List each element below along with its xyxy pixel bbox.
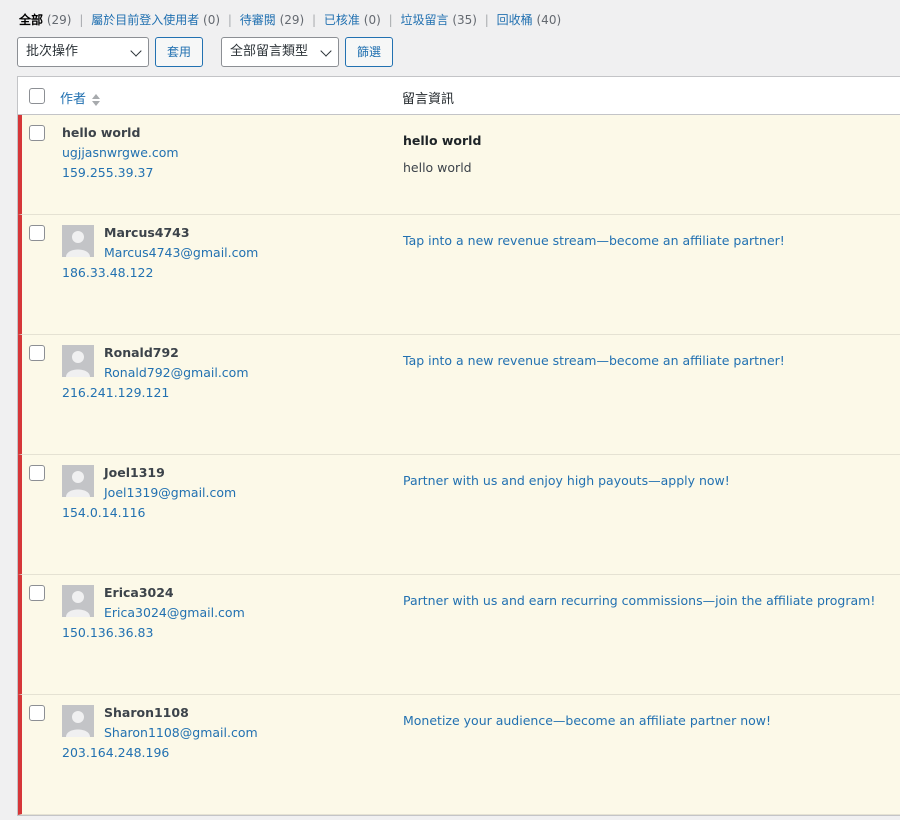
table-row: Sharon1108 Sharon1108@gmail.com 203.164.… bbox=[18, 695, 900, 815]
row-checkbox[interactable] bbox=[29, 465, 45, 481]
comment-text-link[interactable]: Monetize your audience—become an affilia… bbox=[403, 713, 771, 728]
filter-spam-count: (35) bbox=[452, 13, 477, 27]
avatar-placeholder-icon bbox=[62, 345, 94, 377]
chevron-down-icon bbox=[130, 45, 142, 57]
sort-icon bbox=[92, 93, 101, 106]
author-email-link[interactable]: Ronald792@gmail.com bbox=[104, 365, 249, 380]
column-comment-header: 留言資訊 bbox=[402, 92, 455, 107]
row-checkbox[interactable] bbox=[29, 125, 45, 141]
comment-text-link[interactable]: Tap into a new revenue stream—become an … bbox=[403, 233, 785, 248]
filter-approved[interactable]: 已核准 (0) bbox=[324, 11, 381, 28]
bulk-actions-select[interactable]: 批次操作 bbox=[17, 37, 149, 67]
author-name: Marcus4743 bbox=[104, 225, 190, 240]
author-name: Sharon1108 bbox=[104, 705, 189, 720]
select-all-checkbox[interactable] bbox=[29, 88, 45, 104]
status-filter-links: 全部 (29) | 屬於目前登入使用者 (0) | 待審閱 (29) | 已核准… bbox=[19, 11, 561, 28]
table-row: hello world ugjjasnwrgwe.com 159.255.39.… bbox=[18, 115, 900, 215]
row-checkbox[interactable] bbox=[29, 705, 45, 721]
filter-trash-label: 回收桶 bbox=[496, 13, 533, 27]
table-row: Marcus4743 Marcus4743@gmail.com 186.33.4… bbox=[18, 215, 900, 335]
filter-separator: | bbox=[227, 13, 232, 27]
table-row: Ronald792 Ronald792@gmail.com 216.241.12… bbox=[18, 335, 900, 455]
avatar-placeholder-icon bbox=[62, 705, 94, 737]
column-author-label: 作者 bbox=[60, 92, 87, 107]
author-email-link[interactable]: Marcus4743@gmail.com bbox=[104, 245, 258, 260]
filter-all-count: (29) bbox=[46, 13, 72, 27]
author-name: Joel1319 bbox=[104, 465, 165, 480]
avatar-placeholder-icon bbox=[62, 465, 94, 497]
filter-trash-count: (40) bbox=[536, 13, 562, 27]
comment-text: hello world bbox=[403, 160, 472, 175]
comment-type-value: 全部留言類型 bbox=[230, 44, 309, 59]
filter-approved-count: (0) bbox=[363, 13, 381, 27]
column-author-header[interactable]: 作者 bbox=[60, 88, 101, 107]
filter-mine-count: (0) bbox=[203, 13, 221, 27]
author-ip-link[interactable]: 159.255.39.37 bbox=[62, 165, 153, 180]
author-name: Ronald792 bbox=[104, 345, 179, 360]
table-row: Joel1319 Joel1319@gmail.com 154.0.14.116… bbox=[18, 455, 900, 575]
row-checkbox[interactable] bbox=[29, 585, 45, 601]
row-checkbox[interactable] bbox=[29, 225, 45, 241]
comment-text-link[interactable]: Partner with us and earn recurring commi… bbox=[403, 593, 875, 608]
author-name: hello world bbox=[62, 125, 141, 140]
table-row: Erica3024 Erica3024@gmail.com 150.136.36… bbox=[18, 575, 900, 695]
filter-all[interactable]: 全部 (29) bbox=[19, 11, 71, 28]
chevron-down-icon bbox=[320, 45, 332, 57]
filter-mine[interactable]: 屬於目前登入使用者 (0) bbox=[91, 11, 220, 28]
author-ip-link[interactable]: 154.0.14.116 bbox=[62, 505, 146, 520]
filter-approved-label: 已核准 bbox=[323, 13, 360, 27]
bulk-actions-value: 批次操作 bbox=[26, 44, 79, 59]
filter-mine-label: 屬於目前登入使用者 bbox=[91, 13, 200, 27]
filter-button[interactable]: 篩選 bbox=[345, 37, 393, 67]
filter-separator: | bbox=[312, 13, 317, 27]
author-email-link[interactable]: Erica3024@gmail.com bbox=[104, 605, 245, 620]
apply-button[interactable]: 套用 bbox=[155, 37, 203, 67]
filter-pending[interactable]: 待審閱 (29) bbox=[240, 11, 304, 28]
author-ip-link[interactable]: 203.164.248.196 bbox=[62, 745, 169, 760]
filter-separator: | bbox=[388, 13, 393, 27]
comment-text-link[interactable]: Partner with us and enjoy high payouts—a… bbox=[403, 473, 730, 488]
filter-spam-label: 垃圾留言 bbox=[400, 13, 449, 27]
comment-text-link[interactable]: Tap into a new revenue stream—become an … bbox=[403, 353, 785, 368]
author-ip-link[interactable]: 186.33.48.122 bbox=[62, 265, 153, 280]
author-ip-link[interactable]: 216.241.129.121 bbox=[62, 385, 169, 400]
table-header: 作者 留言資訊 bbox=[18, 77, 900, 115]
filter-separator: | bbox=[484, 13, 489, 27]
comments-table: 作者 留言資訊 hello world ugjjasnwrgwe.com 159… bbox=[17, 76, 900, 816]
comment-title: hello world bbox=[403, 133, 482, 148]
filter-spam[interactable]: 垃圾留言 (35) bbox=[400, 11, 476, 28]
author-email-link[interactable]: Sharon1108@gmail.com bbox=[104, 725, 258, 740]
comment-type-select[interactable]: 全部留言類型 bbox=[221, 37, 339, 67]
author-email-link[interactable]: ugjjasnwrgwe.com bbox=[62, 145, 179, 160]
avatar-placeholder-icon bbox=[62, 225, 94, 257]
filter-pending-count: (29) bbox=[279, 13, 305, 27]
author-ip-link[interactable]: 150.136.36.83 bbox=[62, 625, 153, 640]
filter-pending-label: 待審閱 bbox=[239, 13, 276, 27]
filter-all-label: 全部 bbox=[19, 13, 44, 27]
filter-trash[interactable]: 回收桶 (40) bbox=[497, 11, 561, 28]
author-email-link[interactable]: Joel1319@gmail.com bbox=[104, 485, 236, 500]
author-name: Erica3024 bbox=[104, 585, 174, 600]
avatar-placeholder-icon bbox=[62, 585, 94, 617]
row-checkbox[interactable] bbox=[29, 345, 45, 361]
filter-separator: | bbox=[79, 13, 84, 27]
